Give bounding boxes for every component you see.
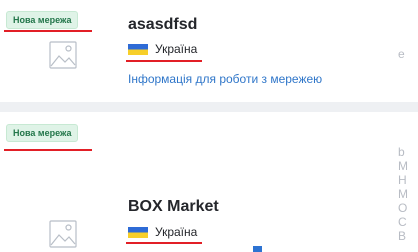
side-text-line: M <box>398 187 408 201</box>
country-label: Україна <box>155 42 198 56</box>
side-text: e <box>398 47 405 61</box>
ukraine-flag-icon <box>128 226 148 238</box>
country: Україна <box>128 42 197 56</box>
side-text-line: b <box>398 145 405 159</box>
new-network-badge: Нова мережа <box>6 124 79 142</box>
badge-underline <box>4 149 92 151</box>
network-info-link[interactable]: Інформація для роботи з мережею <box>128 72 322 86</box>
side-text-line: C <box>398 215 407 229</box>
side-text-column: b M H M O C B <box>398 145 418 243</box>
new-network-badge: Нова мережа <box>6 11 79 29</box>
country-label: Україна <box>155 225 198 239</box>
image-placeholder-icon <box>49 220 77 248</box>
card-separator <box>0 102 418 112</box>
blue-bar <box>253 246 262 252</box>
badge-underline <box>4 30 92 32</box>
image-placeholder-icon <box>49 41 77 69</box>
network-title[interactable]: asasdfsd <box>128 16 197 34</box>
country: Україна <box>128 225 197 239</box>
side-text-line: M <box>398 159 408 173</box>
side-text-line: H <box>398 173 407 187</box>
ukraine-flag-icon <box>128 43 148 55</box>
country-underline <box>126 60 202 62</box>
side-text-line: B <box>398 229 407 243</box>
country-underline <box>126 242 202 244</box>
network-title[interactable]: BOX Market <box>128 198 219 216</box>
side-text-line: O <box>398 201 408 215</box>
